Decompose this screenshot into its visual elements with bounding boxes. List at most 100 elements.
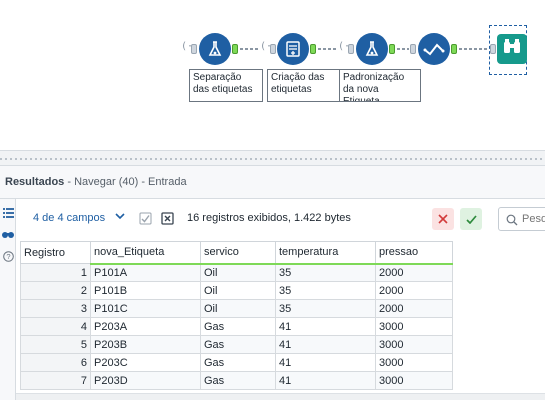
record-number: 1 (20, 263, 91, 282)
table-row[interactable]: 2 P101B Oil 35 2000 (20, 281, 453, 300)
table-row[interactable]: 1 P101A Oil 35 2000 (20, 263, 453, 282)
tool-4-select[interactable] (418, 33, 450, 65)
close-icon (438, 214, 448, 224)
tool-4-output-anchor[interactable] (451, 44, 457, 54)
cell-temperatura[interactable]: 41 (275, 317, 376, 336)
table-row[interactable]: 3 P101C Oil 35 2000 (20, 299, 453, 318)
tool-1-output-anchor[interactable] (232, 44, 238, 54)
workflow-canvas[interactable]: (· Separação das etiquetas (· Criação da… (0, 0, 545, 150)
column-header-nova-etiqueta[interactable]: nova_Etiqueta (90, 241, 201, 265)
horizontal-scrollbar[interactable] (16, 393, 545, 400)
select-all-checkbox-icon[interactable] (138, 211, 152, 225)
cell-servico[interactable]: Oil (200, 263, 276, 282)
cell-pressao[interactable]: 3000 (375, 335, 453, 354)
cell-pressao[interactable]: 3000 (375, 317, 453, 336)
binoculars-icon[interactable] (1, 227, 15, 241)
records-summary: 16 registros exibidos, 1.422 bytes (187, 212, 351, 224)
record-number: 2 (20, 281, 91, 300)
results-header: Resultados - Navegar (40) - Entrada (0, 166, 545, 199)
search-input[interactable] (522, 213, 545, 225)
cell-temperatura[interactable]: 35 (275, 281, 376, 300)
list-icon[interactable] (1, 206, 15, 220)
cell-servico[interactable]: Oil (200, 281, 276, 300)
check-icon (465, 214, 477, 224)
cell-servico[interactable]: Gas (200, 317, 276, 336)
splitter-grip (0, 158, 545, 160)
tool-3-output-anchor[interactable] (389, 44, 395, 54)
tool-2-formula[interactable] (277, 33, 309, 65)
cell-servico[interactable]: Gas (200, 371, 276, 390)
tool-2-output-anchor[interactable] (310, 44, 316, 54)
cell-servico[interactable]: Gas (200, 353, 276, 372)
cell-temperatura[interactable]: 41 (275, 353, 376, 372)
tool-1-input-anchor[interactable] (191, 44, 197, 54)
cell-nova-etiqueta[interactable]: P203C (90, 353, 201, 372)
binoculars-icon (502, 38, 522, 61)
pane-splitter[interactable] (0, 150, 545, 166)
cell-temperatura[interactable]: 35 (275, 299, 376, 318)
table-row[interactable]: 6 P203C Gas 41 3000 (20, 353, 453, 372)
connection-2-3[interactable] (318, 48, 338, 50)
tool-2-annotation: Criação das etiquetas (267, 69, 341, 102)
formula-icon (283, 39, 303, 59)
cell-pressao[interactable]: 3000 (375, 371, 453, 390)
tool-1-formula[interactable] (199, 33, 231, 65)
cell-temperatura[interactable]: 35 (275, 263, 376, 282)
results-grid[interactable]: Registro nova_Etiqueta servico temperatu… (20, 241, 453, 390)
tool-5-input-anchor[interactable] (490, 44, 496, 54)
record-number: 5 (20, 335, 91, 354)
cell-temperatura[interactable]: 41 (275, 371, 376, 390)
cancel-button[interactable] (432, 208, 454, 230)
tool-3-input-anchor[interactable] (348, 44, 354, 54)
tool-5-browse[interactable] (497, 34, 527, 64)
cell-temperatura[interactable]: 41 (275, 335, 376, 354)
tool-1-annotation: Separação das etiquetas (189, 69, 263, 102)
tool-2-input-anchor[interactable] (270, 44, 276, 54)
table-row[interactable]: 4 P203A Gas 41 3000 (20, 317, 453, 336)
designer-window: (· Separação das etiquetas (· Criação da… (0, 0, 545, 400)
connection-1-2[interactable] (240, 48, 260, 50)
deselect-all-checkbox-icon[interactable] (160, 211, 174, 225)
fields-selector[interactable]: 4 de 4 campos (33, 212, 105, 224)
results-subtitle: - Navegar (40) - Entrada (64, 176, 187, 188)
record-number: 6 (20, 353, 91, 372)
tool-3-annotation: Padronização da nova Etiqueta (339, 69, 421, 102)
column-header-registro[interactable]: Registro (20, 241, 91, 264)
cell-servico[interactable]: Gas (200, 335, 276, 354)
table-row[interactable]: 5 P203B Gas 41 3000 (20, 335, 453, 354)
help-icon[interactable]: ? (1, 249, 15, 263)
record-number: 7 (20, 371, 91, 390)
cell-nova-etiqueta[interactable]: P101C (90, 299, 201, 318)
grid-header-row: Registro nova_Etiqueta servico temperatu… (20, 241, 453, 265)
column-header-pressao[interactable]: pressao (375, 241, 453, 265)
cell-pressao[interactable]: 2000 (375, 263, 453, 282)
record-number: 4 (20, 317, 91, 336)
column-header-temperatura[interactable]: temperatura (275, 241, 376, 265)
tool-4-input-anchor[interactable] (410, 44, 416, 54)
results-toolbar: 4 de 4 campos 16 registros exibidos, 1.4… (16, 199, 545, 239)
cell-nova-etiqueta[interactable]: P203D (90, 371, 201, 390)
search-box[interactable] (498, 207, 545, 231)
cell-nova-etiqueta[interactable]: P101A (90, 263, 201, 282)
apply-button[interactable] (460, 208, 482, 230)
cell-nova-etiqueta[interactable]: P203A (90, 317, 201, 336)
svg-text:?: ? (6, 252, 10, 261)
tool-3-formula[interactable] (356, 33, 388, 65)
cell-servico[interactable]: Oil (200, 299, 276, 318)
cell-nova-etiqueta[interactable]: P101B (90, 281, 201, 300)
chevron-down-icon[interactable] (115, 212, 125, 223)
cell-nova-etiqueta[interactable]: P203B (90, 335, 201, 354)
record-number: 3 (20, 299, 91, 318)
connection-4-5[interactable] (459, 48, 489, 50)
flask-icon (362, 39, 382, 59)
results-title: Resultados (5, 176, 65, 188)
column-header-servico[interactable]: servico (200, 241, 276, 265)
cell-pressao[interactable]: 2000 (375, 299, 453, 318)
results-side-rail: ? (0, 199, 16, 400)
select-check-icon (423, 41, 445, 57)
cell-pressao[interactable]: 3000 (375, 353, 453, 372)
flask-icon (205, 39, 225, 59)
cell-pressao[interactable]: 2000 (375, 281, 453, 300)
connection-3-4[interactable] (397, 48, 409, 50)
table-row[interactable]: 7 P203D Gas 41 3000 (20, 371, 453, 390)
